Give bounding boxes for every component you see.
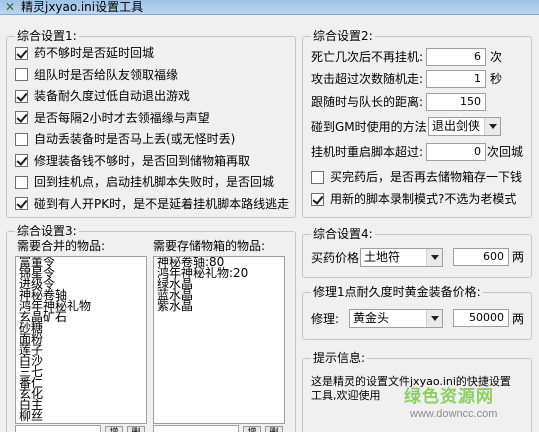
- checkbox[interactable]: [311, 192, 324, 206]
- chevron-down-icon[interactable]: [426, 310, 442, 327]
- medicine-price-input[interactable]: 600: [453, 248, 509, 266]
- watermark-title: 绿色资源网: [404, 387, 494, 407]
- group-title: 提示信息:: [311, 351, 368, 365]
- group-title: 综合设置4:: [311, 227, 375, 241]
- general1-option[interactable]: 药不够时是否延时回城: [15, 45, 154, 61]
- group-title: 综合设置2:: [311, 29, 375, 43]
- repair-price-group: 修理1点耐久度时黄金装备价格: 修理: 黄金头 50000 两: [302, 285, 532, 340]
- store-items-list[interactable]: 神秘卷轴:80 鸿年神秘礼物:20 绿水晶 蓝水晶 紫水晶: [153, 256, 285, 424]
- general-settings-3-group: 综合设置3: 需要合并的物品: 需要存储物箱的物品: 富董令 锦星令 进级令 神秘卷轴…: [6, 224, 296, 432]
- chevron-down-icon[interactable]: [484, 118, 500, 135]
- watermark-url: www.downcc.com: [410, 408, 498, 420]
- checkbox[interactable]: [15, 132, 28, 146]
- gm-method-label: 碰到GM时使用的方法:: [311, 120, 431, 134]
- buy-medicine-option[interactable]: 买完药后，是否再去储物箱存一下钱: [311, 169, 522, 185]
- merge-item-input[interactable]: [15, 425, 101, 432]
- option-label: 买完药后，是否再去储物箱存一下钱: [330, 170, 523, 184]
- general1-option[interactable]: 装备耐久度过低自动退出游戏: [15, 88, 190, 104]
- store-item-input[interactable]: [153, 425, 239, 432]
- general-settings-2-group: 综合设置2: 死亡几次后不再挂机: 6 次 攻击超过次数随机走: 1 秒 跟随时…: [302, 29, 532, 218]
- repair-price-input[interactable]: 50000: [453, 309, 509, 327]
- general1-option[interactable]: 组队时是否给队友领取福缘: [15, 67, 178, 83]
- checkbox[interactable]: [15, 89, 28, 103]
- option-label: 药不够时是否延时回城: [34, 46, 155, 60]
- merge-items-label: 需要合并的物品:: [17, 239, 106, 253]
- death-count-unit: 次: [490, 50, 503, 64]
- checkbox[interactable]: [15, 175, 28, 189]
- option-label: 修理装备钱不够时，是否回到储物箱再取: [34, 153, 251, 168]
- checkbox[interactable]: [311, 170, 324, 184]
- list-item[interactable]: 紫水晶: [154, 300, 284, 312]
- general1-option[interactable]: 碰到有人开PK时，是不是延着挂机脚本路线逃走: [15, 196, 289, 212]
- general1-option[interactable]: 自动丢装备时是否马上丢(或无怪时丢): [15, 131, 235, 147]
- medicine-type-value: 土地符: [364, 250, 401, 264]
- death-count-input[interactable]: 6: [426, 48, 486, 66]
- general1-option[interactable]: 修理装备钱不够时，是否回到储物箱再取: [15, 153, 250, 169]
- site-watermark: 绿色资源网 www.downcc.com: [400, 380, 539, 432]
- app-icon: ✕: [4, 0, 16, 14]
- option-label: 碰到有人开PK时，是不是延着挂机脚本路线逃走: [34, 196, 290, 211]
- option-label: 自动丢装备时是否马上丢(或无怪时丢): [34, 132, 236, 146]
- medicine-price-unit: 两: [512, 250, 525, 264]
- merge-items-list[interactable]: 富董令 锦星令 进级令 神秘卷轴 鸿年神秘礼物 玄晶矿石 砂糖 面粉 莲子 白沙 三七 番仁 玄化 白主柳…: [15, 256, 147, 424]
- general-settings-4-group: 综合设置4: 买药价格 土地符 600 两: [302, 227, 532, 278]
- death-count-label: 死亡几次后不再挂机:: [311, 50, 424, 64]
- repair-label: 修理:: [311, 312, 340, 326]
- checkbox[interactable]: [15, 46, 28, 60]
- restart-count-unit: 次回城: [487, 145, 524, 159]
- repair-price-unit: 两: [512, 312, 525, 326]
- gm-method-select[interactable]: 退出剑侠: [428, 117, 501, 136]
- merge-delete-button[interactable]: 删: [127, 426, 145, 432]
- store-items-label: 需要存储物箱的物品:: [153, 239, 266, 253]
- store-add-button[interactable]: 增: [243, 426, 261, 432]
- general-settings-1-group: 综合设置1: 药不够时是否延时回城组队时是否给队友领取福缘 装备耐久度过低自动退出…: [6, 29, 296, 218]
- group-title: 综合设置3:: [15, 224, 79, 238]
- title-bar: ✕ 精灵jxyao.ini设置工具: [0, 0, 539, 15]
- restart-count-input[interactable]: 0: [426, 143, 486, 161]
- option-label: 装备耐久度过低自动退出游戏: [34, 89, 191, 103]
- list-item[interactable]: 柳丝: [16, 410, 146, 422]
- option-label: 回到挂机点，启动挂机脚本失败时，是否回城: [34, 175, 275, 189]
- follow-distance-input[interactable]: 150: [426, 93, 486, 111]
- checkbox[interactable]: [15, 154, 28, 167]
- new-script-mode-option[interactable]: 用新的脚本录制模式?不选为老模式: [311, 191, 516, 207]
- medicine-type-select[interactable]: 土地符: [360, 248, 443, 267]
- follow-distance-label: 跟随时与队长的距离:: [311, 95, 424, 109]
- attack-count-label: 攻击超过次数随机走:: [311, 72, 424, 86]
- group-title: 修理1点耐久度时黄金装备价格:: [311, 285, 483, 299]
- merge-add-button[interactable]: 增: [105, 426, 123, 432]
- gm-method-value: 退出剑侠: [432, 119, 481, 133]
- option-label: 用新的脚本录制模式?不选为老模式: [330, 192, 517, 206]
- option-label: 组队时是否给队友领取福缘: [34, 67, 179, 82]
- group-title: 综合设置1:: [15, 29, 79, 43]
- general1-option[interactable]: 是否每隔2小时才去领福缘与声望: [15, 110, 210, 126]
- repair-type-value: 黄金头: [353, 311, 390, 325]
- general1-option[interactable]: 回到挂机点，启动挂机脚本失败时，是否回城: [15, 174, 274, 190]
- restart-count-label: 挂机时重启脚本超过:: [311, 145, 424, 159]
- repair-type-select[interactable]: 黄金头: [349, 309, 443, 328]
- medicine-price-label: 买药价格: [311, 251, 360, 265]
- checkbox[interactable]: [15, 197, 28, 210]
- checkbox[interactable]: [15, 111, 28, 124]
- chevron-down-icon[interactable]: [426, 249, 442, 266]
- window-title: 精灵jxyao.ini设置工具: [21, 0, 144, 14]
- attack-count-input[interactable]: 1: [426, 70, 486, 88]
- store-delete-button[interactable]: 删: [265, 426, 283, 432]
- option-label: 是否每隔2小时才去领福缘与声望: [34, 110, 210, 125]
- checkbox[interactable]: [15, 68, 28, 81]
- attack-count-unit: 秒: [490, 72, 503, 86]
